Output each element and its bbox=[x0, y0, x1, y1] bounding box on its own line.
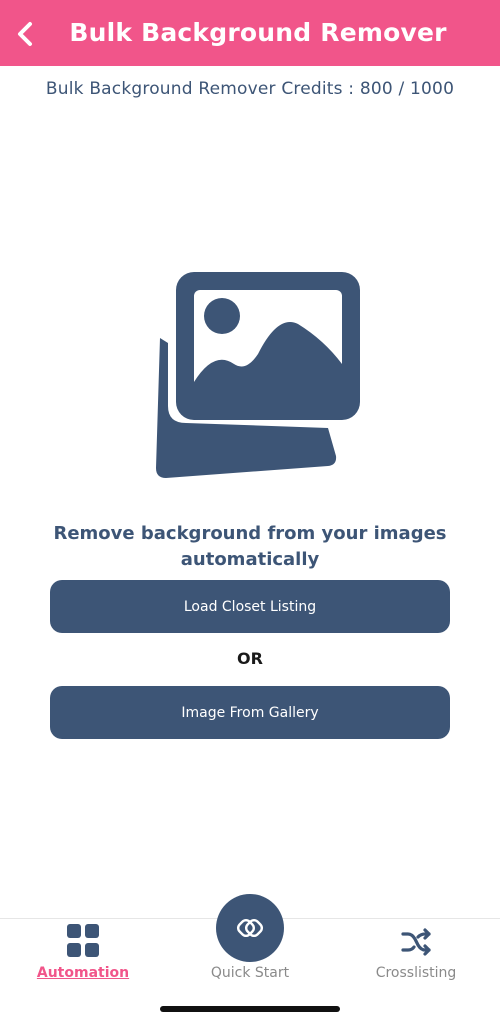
headline-text: Remove background from your images autom… bbox=[53, 523, 447, 570]
tab-label: Quick Start bbox=[210, 965, 290, 981]
tab-crosslisting[interactable]: Crosslisting bbox=[333, 919, 499, 1024]
credits-counter: Bulk Background Remover Credits : 800 / … bbox=[45, 79, 455, 99]
quick-start-button[interactable] bbox=[216, 894, 284, 962]
grid-icon bbox=[67, 924, 101, 958]
tab-automation[interactable]: Automation bbox=[0, 919, 166, 1024]
image-from-gallery-button[interactable]: Image From Gallery bbox=[50, 686, 450, 739]
tab-label: Automation bbox=[36, 965, 130, 981]
shuffle-icon bbox=[401, 928, 431, 956]
or-divider-label: OR bbox=[237, 649, 263, 668]
image-gallery-icon bbox=[156, 272, 360, 478]
load-closet-listing-button[interactable]: Load Closet Listing bbox=[50, 580, 450, 633]
page-title: Bulk Background Remover bbox=[69, 18, 447, 47]
tab-label: Crosslisting bbox=[375, 965, 457, 981]
home-indicator bbox=[160, 1006, 340, 1012]
quick-start-icon bbox=[236, 918, 264, 938]
app-header: Bulk Background Remover bbox=[0, 0, 500, 66]
